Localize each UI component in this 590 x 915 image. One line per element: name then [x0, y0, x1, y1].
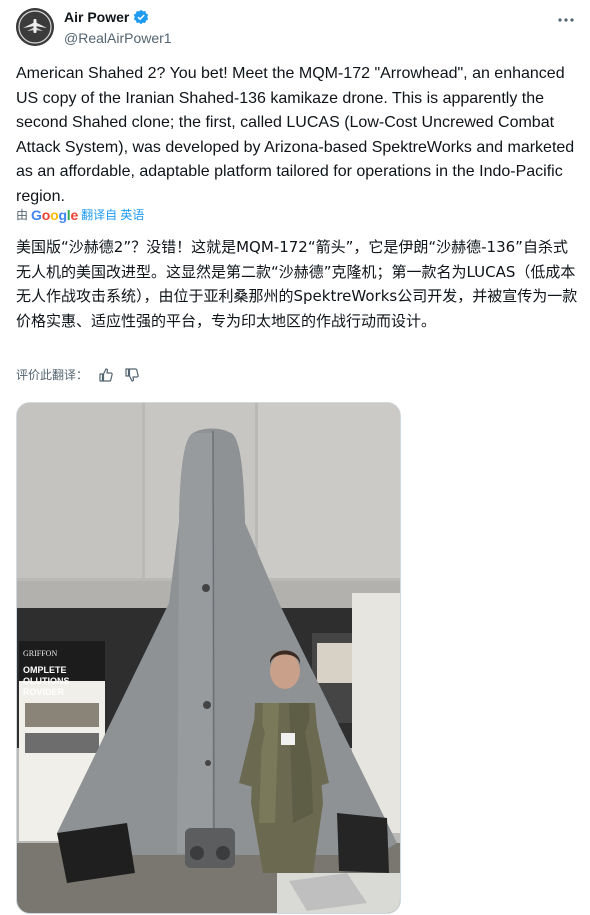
handle[interactable]: @RealAirPower1 — [64, 30, 172, 46]
verified-badge-icon — [133, 9, 149, 25]
translated-text: 美国版“沙赫德2”？没错！这就是MQM-172“箭头”，它是伊朗“沙赫德-136… — [16, 238, 578, 330]
drone-photo-illustration: GRIFFON OMPLETE OLUTIONS ROVIDER — [17, 403, 400, 913]
tweet-text: American Shahed 2? You bet! Meet the MQM… — [16, 65, 575, 205]
name-row: Air Power — [64, 9, 149, 25]
thumbs-up-icon[interactable] — [98, 367, 114, 383]
translated-by-label: 由 — [16, 208, 29, 222]
more-options-icon[interactable] — [556, 10, 576, 30]
google-logo: Google — [31, 206, 79, 223]
display-name[interactable]: Air Power — [64, 9, 129, 25]
translation-attribution: 由 Google 翻译自 英语 — [16, 206, 144, 223]
rate-translation: 评价此翻译： — [16, 366, 140, 383]
banner-brand: GRIFFON — [23, 649, 57, 658]
banner-line-1: OMPLETE — [23, 665, 67, 675]
rate-translation-label: 评价此翻译： — [16, 368, 89, 382]
banner-line-2: OLUTIONS — [23, 676, 70, 686]
air-power-logo-icon — [16, 8, 54, 46]
tweet-header: Air Power @RealAirPower1 — [16, 8, 576, 50]
banner-line-3: ROVIDER — [23, 687, 65, 697]
tweet-photo[interactable]: GRIFFON OMPLETE OLUTIONS ROVIDER — [16, 402, 401, 914]
translate-from-link[interactable]: 翻译自 英语 — [81, 206, 144, 223]
avatar[interactable] — [16, 8, 54, 46]
thumbs-down-icon[interactable] — [124, 367, 140, 383]
